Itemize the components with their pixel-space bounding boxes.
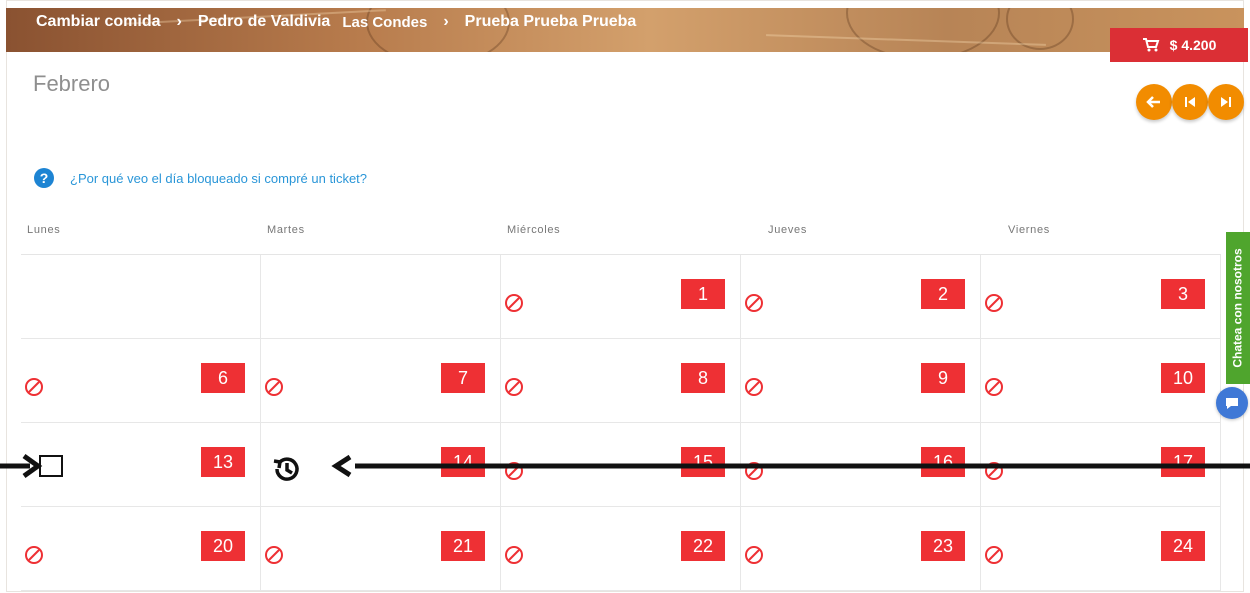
blocked-icon <box>25 378 43 396</box>
cart-total: $ 4.200 <box>1169 37 1217 53</box>
chat-label: Chatea con nosotros <box>1231 248 1246 368</box>
previous-month-button[interactable] <box>1136 84 1172 120</box>
skip-first-icon <box>1185 97 1195 107</box>
calendar-day[interactable]: 10 <box>981 339 1221 423</box>
date-tag: 16 <box>921 447 965 477</box>
date-tag: 3 <box>1161 279 1205 309</box>
chat-tab[interactable]: Chatea con nosotros <box>1226 232 1250 384</box>
date-tag: 24 <box>1161 531 1205 561</box>
first-month-button[interactable] <box>1172 84 1208 120</box>
blocked-icon <box>985 546 1003 564</box>
breadcrumb-meal[interactable]: Prueba Prueba Prueba <box>465 13 637 31</box>
calendar-day[interactable]: 3 <box>981 255 1221 339</box>
date-tag: 8 <box>681 363 725 393</box>
chat-bubble-button[interactable] <box>1216 387 1248 419</box>
calendar-grid: 1 2 3 6 7 8 9 10 13 14 15 16 17 20 21 22 23 24 <box>21 254 1221 593</box>
calendar-day[interactable]: 9 <box>741 339 981 423</box>
date-tag: 9 <box>921 363 965 393</box>
weekday-thursday: Jueves <box>768 224 808 236</box>
breadcrumb-sub-location: Las Condes <box>342 13 428 31</box>
cart-button[interactable]: $ 4.200 <box>1110 28 1248 62</box>
calendar-day[interactable]: 6 <box>21 339 261 423</box>
date-tag: 22 <box>681 531 725 561</box>
date-tag: 23 <box>921 531 965 561</box>
blocked-icon <box>745 294 763 312</box>
blocked-icon <box>985 378 1003 396</box>
date-tag: 14 <box>441 447 485 477</box>
chevron-right-icon: › <box>443 13 449 30</box>
calendar-day[interactable]: 17 <box>981 423 1221 507</box>
weekday-friday: Viernes <box>1008 224 1050 236</box>
calendar-day[interactable]: 24 <box>981 507 1221 591</box>
blocked-icon <box>745 378 763 396</box>
help-link[interactable]: ¿Por qué veo el día bloqueado si compré … <box>70 171 367 186</box>
date-tag: 21 <box>441 531 485 561</box>
calendar-day[interactable]: 23 <box>741 507 981 591</box>
blocked-icon <box>505 294 523 312</box>
calendar-day[interactable]: 16 <box>741 423 981 507</box>
help-row: ? ¿Por qué veo el día bloqueado si compr… <box>34 168 367 188</box>
date-tag: 10 <box>1161 363 1205 393</box>
date-tag: 17 <box>1161 447 1205 477</box>
calendar-day[interactable]: 15 <box>501 423 741 507</box>
chat-bubble-icon <box>1226 398 1238 409</box>
blocked-icon <box>505 378 523 396</box>
date-tag: 7 <box>441 363 485 393</box>
date-tag: 15 <box>681 447 725 477</box>
date-tag: 13 <box>201 447 245 477</box>
calendar-day[interactable]: 20 <box>21 507 261 591</box>
blocked-icon <box>745 546 763 564</box>
blocked-icon <box>505 546 523 564</box>
blocked-icon <box>265 378 283 396</box>
month-title: Febrero <box>33 71 111 96</box>
question-circle-icon: ? <box>34 168 54 188</box>
date-tag: 6 <box>201 363 245 393</box>
breadcrumb: Cambiar comida › Pedro de Valdivia Las C… <box>36 13 636 31</box>
chevron-right-icon: › <box>176 13 182 30</box>
date-tag: 1 <box>681 279 725 309</box>
blocked-icon <box>265 546 283 564</box>
date-tag: 20 <box>201 531 245 561</box>
skip-last-icon <box>1221 97 1231 107</box>
calendar-day[interactable]: 7 <box>261 339 501 423</box>
calendar-day[interactable]: 8 <box>501 339 741 423</box>
breadcrumb-location[interactable]: Pedro de Valdivia <box>198 13 331 31</box>
shopping-cart-icon <box>1142 38 1160 52</box>
breadcrumb-change-meal[interactable]: Cambiar comida <box>36 13 160 31</box>
weekday-tuesday: Martes <box>267 224 305 236</box>
blocked-icon <box>985 294 1003 312</box>
history-icon <box>273 457 299 481</box>
calendar-day[interactable]: 21 <box>261 507 501 591</box>
weekday-wednesday: Miércoles <box>507 224 561 236</box>
calendar-day[interactable]: 2 <box>741 255 981 339</box>
calendar-day[interactable]: 22 <box>501 507 741 591</box>
last-month-button[interactable] <box>1208 84 1244 120</box>
date-tag: 2 <box>921 279 965 309</box>
calendar-empty-cell <box>21 255 261 339</box>
blocked-icon <box>745 462 763 480</box>
annotation-square <box>39 455 63 477</box>
weekday-monday: Lunes <box>27 224 61 236</box>
arrow-left-icon <box>1146 96 1160 108</box>
blocked-icon <box>25 546 43 564</box>
calendar-empty-cell <box>261 255 501 339</box>
blocked-icon <box>985 462 1003 480</box>
calendar-day[interactable]: 1 <box>501 255 741 339</box>
blocked-icon <box>505 462 523 480</box>
